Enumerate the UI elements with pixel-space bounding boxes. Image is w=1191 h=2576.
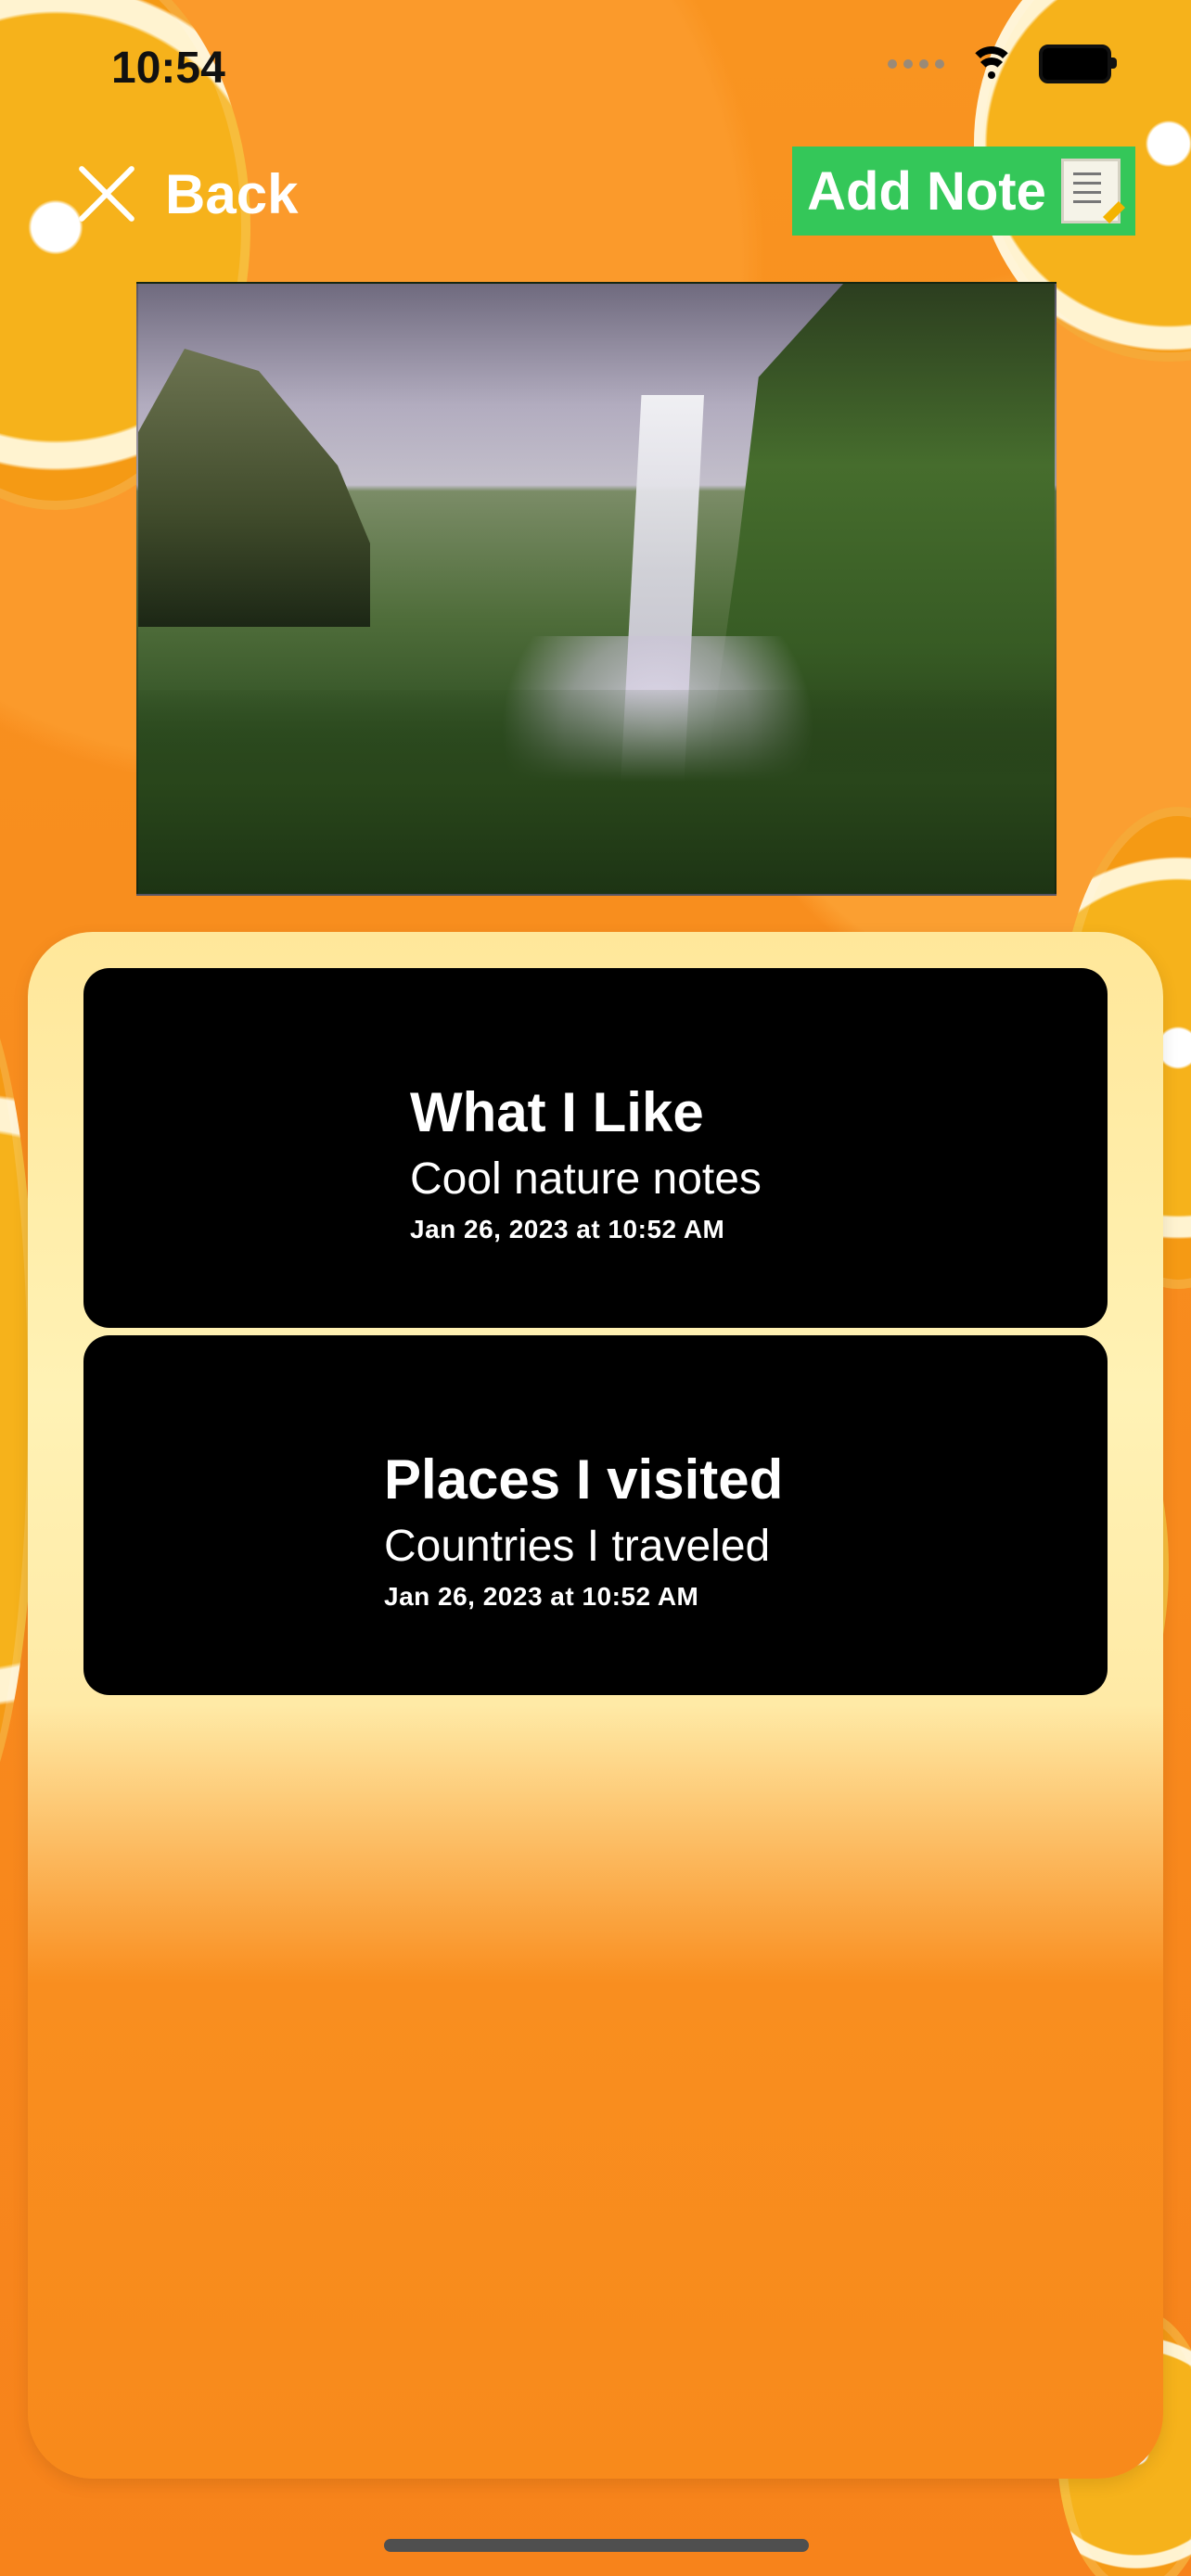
signal-icon (888, 59, 944, 69)
foreground-vegetation (138, 690, 1055, 894)
battery-icon (1039, 45, 1117, 83)
note-title: What I Like (410, 1081, 704, 1143)
note-subtitle: Countries I traveled (384, 1522, 771, 1571)
memo-icon (1060, 159, 1121, 223)
note-subtitle: Cool nature notes (410, 1154, 762, 1204)
home-indicator (384, 2539, 809, 2552)
note-title: Places I visited (384, 1448, 784, 1511)
hero-image (136, 282, 1057, 896)
back-button[interactable]: Back (69, 156, 298, 232)
note-card[interactable]: What I Like Cool nature notes Jan 26, 20… (83, 968, 1108, 1328)
status-icons (888, 45, 1117, 83)
note-card[interactable]: Places I visited Countries I traveled Ja… (83, 1335, 1108, 1695)
status-time: 10:54 (111, 44, 225, 93)
cliff-left (138, 349, 370, 627)
wifi-icon (968, 46, 1015, 82)
back-label: Back (165, 162, 299, 225)
close-icon (69, 156, 145, 232)
note-date: Jan 26, 2023 at 10:52 AM (384, 1582, 699, 1611)
note-date: Jan 26, 2023 at 10:52 AM (410, 1215, 725, 1243)
add-note-button[interactable]: Add Note (792, 147, 1135, 236)
add-note-label: Add Note (807, 160, 1046, 222)
